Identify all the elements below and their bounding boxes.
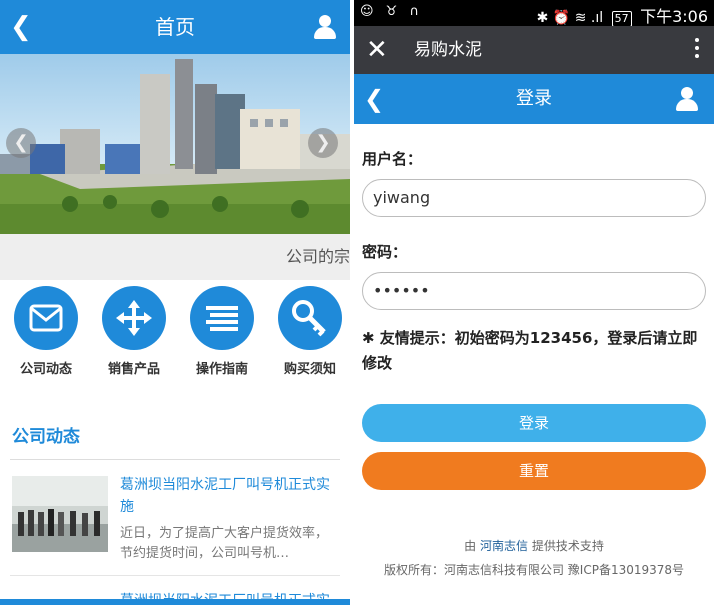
section-divider (10, 459, 340, 460)
footer: 由 河南志信 提供技术支持 版权所有：河南志信科技有限公司 豫ICP备13019… (354, 534, 714, 582)
app-title: 易购水泥 (414, 40, 482, 60)
status-bar: ☺ ♉ ∩ ✱ ⏰ ≋ .ıl 57 下午3:06 (354, 0, 714, 27)
mail-icon (14, 286, 78, 350)
wechat-title-bar: ✕ 易购水泥 (354, 26, 714, 74)
shortcut-menu: 公司动态 销售产品 操作指南 购买须知 (0, 286, 350, 386)
support-brand-link[interactable]: 河南志信 (480, 539, 528, 553)
login-form: 用户名： yiwang 密码： •••••• ✱ 友情提示：初始密码为12345… (362, 148, 706, 490)
signal-icons: ✱ ⏰ ≋ .ıl (536, 10, 604, 26)
shortcut-label: 购买须知 (283, 362, 336, 377)
password-label: 密码： (362, 243, 408, 261)
hint-text: ✱ 友情提示：初始密码为123456，登录后请立即修改 (362, 329, 698, 372)
bottom-nav-bar (0, 599, 350, 605)
username-label: 用户名： (362, 150, 423, 168)
close-icon[interactable]: ✕ (366, 34, 388, 66)
news-thumbnail (12, 476, 108, 552)
login-button[interactable]: 登录 (362, 404, 706, 442)
password-field[interactable]: •••••• (362, 272, 706, 310)
shortcut-label: 公司动态 (19, 362, 72, 377)
shortcut-guide[interactable]: 操作指南 (186, 286, 258, 377)
shortcut-company-news[interactable]: 公司动态 (10, 286, 82, 377)
move-arrows-icon (102, 286, 166, 350)
support-prefix: 由 (464, 539, 477, 553)
screenshot-root: ❮ 首页 ❮ ❯ 公司的宗 公司动态 销售产品 操作指南 购买须知 公司动态 葛… (0, 0, 714, 605)
page-title: 登录 (516, 88, 552, 109)
banner-prev-button[interactable]: ❮ (6, 128, 36, 158)
username-field[interactable]: yiwang (362, 179, 706, 217)
login-header: ❮ 登录 (354, 74, 714, 124)
news-title[interactable]: 葛洲坝当阳水泥工厂叫号机正式实施 (120, 474, 340, 518)
reset-button[interactable]: 重置 (362, 452, 706, 490)
banner-next-button[interactable]: ❯ (308, 128, 338, 158)
system-status-icons: ✱ ⏰ ≋ .ıl 57 下午3:06 (537, 3, 708, 27)
key-icon (278, 286, 342, 350)
list-lines-icon (190, 286, 254, 350)
support-suffix: 提供技术支持 (531, 539, 604, 553)
news-description: 近日，为了提高广大客户提货效率，节约提货时间，公司叫号机… (120, 526, 329, 561)
banner-carousel[interactable]: ❮ ❯ (0, 54, 350, 234)
shortcut-products[interactable]: 销售产品 (98, 286, 170, 377)
user-icon[interactable] (676, 87, 698, 111)
page-title: 首页 (155, 15, 195, 39)
shortcut-label: 操作指南 (195, 362, 248, 377)
user-icon[interactable] (314, 15, 336, 39)
announcement-ticker[interactable]: 公司的宗 (0, 234, 350, 280)
copyright-text: 版权所有：河南志信科技有限公司 豫ICP备13019378号 (383, 563, 685, 577)
tech-support-line: 由 河南志信 提供技术支持 (354, 534, 714, 558)
battery-indicator: 57 (611, 11, 632, 27)
section-title: 公司动态 (12, 427, 80, 447)
login-screen: ☺ ♉ ∩ ✱ ⏰ ≋ .ıl 57 下午3:06 ✕ 易购水泥 ❮ 登录 用户… (354, 0, 714, 605)
shortcut-label: 销售产品 (107, 362, 160, 377)
notification-icons: ☺ ♉ ∩ (360, 4, 423, 19)
banner-image (0, 54, 350, 234)
clock-time: 下午3:06 (640, 7, 708, 26)
shortcut-purchase-notes[interactable]: 购买须知 (274, 286, 346, 377)
news-list: 葛洲坝当阳水泥工厂叫号机正式实施 近日，为了提高广大客户提货效率，节约提货时间，… (10, 472, 340, 605)
home-header: ❮ 首页 (0, 0, 350, 54)
list-item[interactable]: 葛洲坝当阳水泥工厂叫号机正式实施 近日，为了提高广大客户提货效率，节约提货时间，… (10, 472, 340, 576)
more-vertical-icon[interactable] (694, 38, 700, 62)
home-screen: ❮ 首页 ❮ ❯ 公司的宗 公司动态 销售产品 操作指南 购买须知 公司动态 葛… (0, 0, 350, 605)
